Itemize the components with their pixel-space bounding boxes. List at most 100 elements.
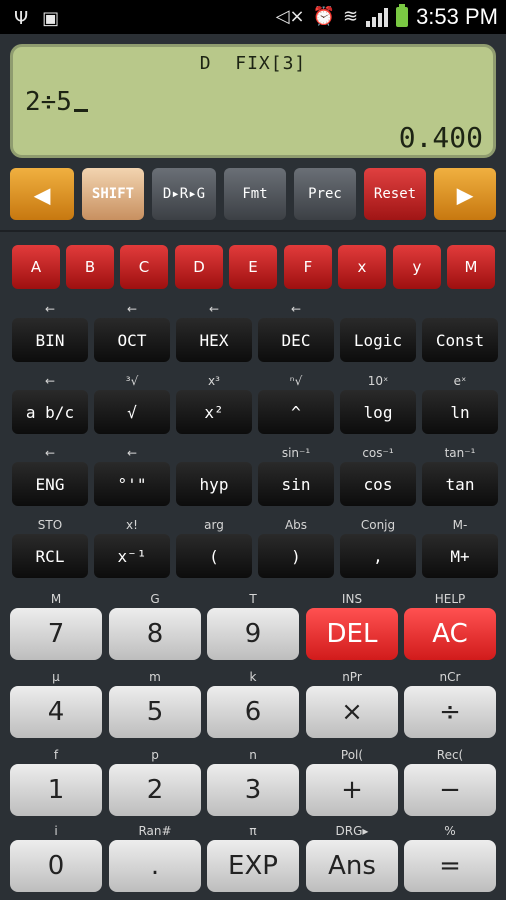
- pad-label: HELP: [434, 592, 466, 606]
- digit-8-key[interactable]: 8: [109, 608, 201, 660]
- digit-7-key[interactable]: 7: [10, 608, 102, 660]
- pad-label: G: [150, 592, 160, 606]
- pad-label: μ: [52, 670, 60, 684]
- rcl-shift-label: STO: [37, 518, 63, 532]
- pad-label: Rec(: [436, 748, 464, 762]
- pad-label: M: [50, 592, 62, 606]
- reset-button[interactable]: Reset: [364, 168, 426, 220]
- rcl-key[interactable]: RCL: [12, 534, 88, 578]
- eng-shift-label: ←: [44, 446, 56, 460]
- status-time: 3:53 PM: [416, 4, 498, 29]
- pad-label: nCr: [439, 670, 461, 684]
- open-paren-shift-label: arg: [204, 518, 224, 532]
- expression-text: 2÷5: [25, 87, 72, 117]
- tan-key[interactable]: tan: [422, 462, 498, 506]
- battery-icon: [396, 4, 409, 27]
- cursor-left-button[interactable]: ◀: [10, 168, 74, 220]
- cos-shift-label: cos⁻¹: [362, 446, 394, 460]
- digit-4-key[interactable]: 4: [10, 686, 102, 738]
- cos-key[interactable]: cos: [340, 462, 416, 506]
- plus-key[interactable]: +: [306, 764, 398, 816]
- fmt-button[interactable]: Fmt: [224, 168, 286, 220]
- dms-shift-label: ←: [126, 446, 138, 460]
- digit-6-key[interactable]: 6: [207, 686, 299, 738]
- power-key[interactable]: ^: [258, 390, 334, 434]
- pad-label: f: [53, 748, 59, 762]
- mute-icon: ◁×: [275, 6, 305, 27]
- exp-key[interactable]: EXP: [207, 840, 299, 892]
- tan-shift-label: tan⁻¹: [444, 446, 476, 460]
- all-clear-key[interactable]: AC: [404, 608, 496, 660]
- open-paren-key[interactable]: (: [176, 534, 252, 578]
- signal-icon: [366, 7, 389, 27]
- digit-0-key[interactable]: 0: [10, 840, 102, 892]
- drg-button[interactable]: D▸R▸G: [152, 168, 216, 220]
- status-bar: Ψ ▣ ◁× ⏰ ≋ 3:53 PM: [0, 0, 506, 34]
- ans-key[interactable]: Ans: [306, 840, 398, 892]
- key-F[interactable]: F: [284, 245, 332, 289]
- oct-key[interactable]: OCT: [94, 318, 170, 362]
- pad-label: Ran#: [138, 824, 172, 838]
- reciprocal-key[interactable]: x⁻¹: [94, 534, 170, 578]
- reciprocal-shift-label: x!: [126, 518, 138, 532]
- log-shift-label: 10ˣ: [367, 374, 389, 388]
- usb-icon: Ψ: [14, 8, 29, 29]
- fraction-key[interactable]: a b/c: [12, 390, 88, 434]
- digit-1-key[interactable]: 1: [10, 764, 102, 816]
- multiply-key[interactable]: ×: [306, 686, 398, 738]
- ln-key[interactable]: ln: [422, 390, 498, 434]
- pad-label: T: [249, 592, 257, 606]
- hyp-key[interactable]: hyp: [176, 462, 252, 506]
- dms-key[interactable]: °'": [94, 462, 170, 506]
- log-key[interactable]: log: [340, 390, 416, 434]
- decimal-point-key[interactable]: .: [109, 840, 201, 892]
- key-C[interactable]: C: [120, 245, 168, 289]
- mplus-shift-label: M-: [452, 518, 468, 532]
- const-key[interactable]: Const: [422, 318, 498, 362]
- pad-label: %: [444, 824, 456, 838]
- key-M[interactable]: M: [447, 245, 495, 289]
- minus-key[interactable]: −: [404, 764, 496, 816]
- pad-label: nPr: [342, 670, 362, 684]
- square-shift-label: x³: [208, 374, 220, 388]
- divider: [0, 230, 506, 232]
- digit-5-key[interactable]: 5: [109, 686, 201, 738]
- cursor-right-button[interactable]: ▶: [434, 168, 496, 220]
- display-expression: 2÷5: [25, 87, 88, 117]
- close-paren-key[interactable]: ): [258, 534, 334, 578]
- sqrt-key[interactable]: √: [94, 390, 170, 434]
- alarm-icon: ⏰: [312, 6, 335, 27]
- square-key[interactable]: x²: [176, 390, 252, 434]
- key-E[interactable]: E: [229, 245, 277, 289]
- equals-key[interactable]: =: [404, 840, 496, 892]
- key-B[interactable]: B: [66, 245, 114, 289]
- pad-label: k: [249, 670, 257, 684]
- hex-key[interactable]: HEX: [176, 318, 252, 362]
- power-shift-label: ⁿ√: [289, 374, 303, 388]
- calculator-display: D FIX[3] 2÷5 0.400: [10, 44, 496, 158]
- pad-label: n: [249, 748, 257, 762]
- pad-label: i: [54, 824, 58, 838]
- sin-key[interactable]: sin: [258, 462, 334, 506]
- bin-key[interactable]: BIN: [12, 318, 88, 362]
- eng-key[interactable]: ENG: [12, 462, 88, 506]
- pad-label: INS: [341, 592, 363, 606]
- mplus-key[interactable]: M+: [422, 534, 498, 578]
- key-y[interactable]: y: [393, 245, 441, 289]
- prec-button[interactable]: Prec: [294, 168, 356, 220]
- key-D[interactable]: D: [175, 245, 223, 289]
- shift-button[interactable]: SHIFT: [82, 168, 144, 220]
- delete-key[interactable]: DEL: [306, 608, 398, 660]
- key-x[interactable]: x: [338, 245, 386, 289]
- bin-shift-label: ←: [44, 302, 56, 316]
- function-row: ◀ SHIFT D▸R▸G Fmt Prec Reset ▶: [10, 168, 496, 220]
- digit-9-key[interactable]: 9: [207, 608, 299, 660]
- divide-key[interactable]: ÷: [404, 686, 496, 738]
- digit-3-key[interactable]: 3: [207, 764, 299, 816]
- display-mode: D FIX[3]: [199, 53, 307, 74]
- dec-key[interactable]: DEC: [258, 318, 334, 362]
- digit-2-key[interactable]: 2: [109, 764, 201, 816]
- key-A[interactable]: A: [12, 245, 60, 289]
- comma-key[interactable]: ,: [340, 534, 416, 578]
- logic-key[interactable]: Logic: [340, 318, 416, 362]
